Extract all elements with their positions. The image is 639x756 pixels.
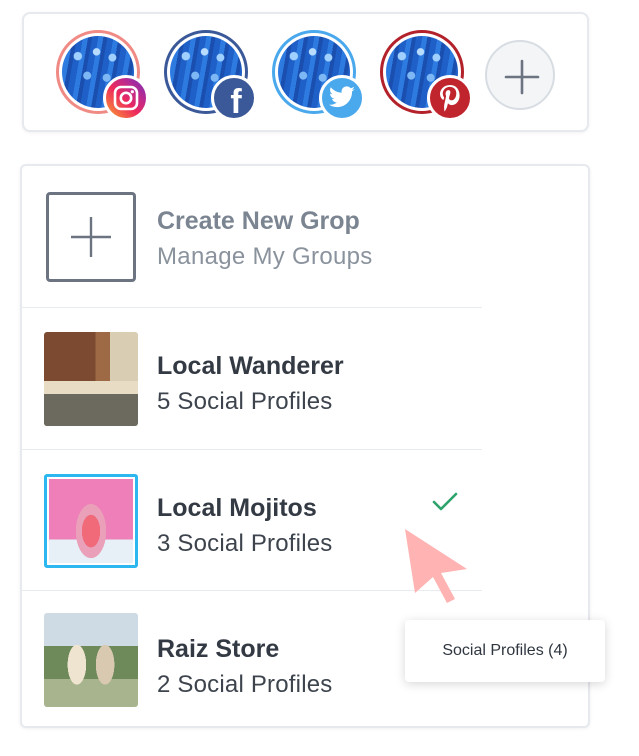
group-thumbnail (44, 613, 138, 707)
checkmark-icon (432, 492, 458, 511)
profile-avatar-facebook[interactable]: f (164, 30, 257, 121)
group-name: Raiz Store (157, 635, 280, 663)
create-group-button[interactable] (46, 192, 136, 282)
cursor-arrow-icon (405, 529, 467, 603)
create-group-link[interactable]: Create New Grop (157, 207, 360, 236)
group-profile-count: 3 Social Profiles (157, 530, 333, 557)
group-name: Local Wanderer (157, 352, 344, 380)
group-profile-count: 2 Social Profiles (157, 671, 333, 698)
profile-avatar-pinterest[interactable] (380, 30, 473, 121)
create-group-row: Create New Grop Manage My Groups (22, 166, 482, 308)
social-profiles-tooltip: Social Profiles (4) (405, 620, 605, 682)
group-name: Local Mojitos (157, 494, 317, 522)
plus-icon (504, 59, 540, 95)
social-profiles-bar: f (22, 12, 589, 132)
profile-avatar-twitter[interactable] (272, 30, 365, 121)
instagram-icon (103, 75, 149, 121)
facebook-icon: f (211, 75, 257, 121)
profile-avatar-instagram[interactable] (56, 30, 149, 121)
group-item-local-wanderer[interactable]: Local Wanderer 5 Social Profiles (22, 308, 482, 448)
pinterest-icon (427, 75, 473, 121)
manage-groups-link[interactable]: Manage My Groups (157, 243, 373, 271)
group-thumbnail (44, 474, 138, 568)
add-profile-button[interactable] (485, 40, 555, 110)
twitter-icon (319, 75, 365, 121)
group-thumbnail (44, 332, 138, 426)
group-profile-count: 5 Social Profiles (157, 388, 333, 415)
plus-icon (71, 217, 111, 257)
